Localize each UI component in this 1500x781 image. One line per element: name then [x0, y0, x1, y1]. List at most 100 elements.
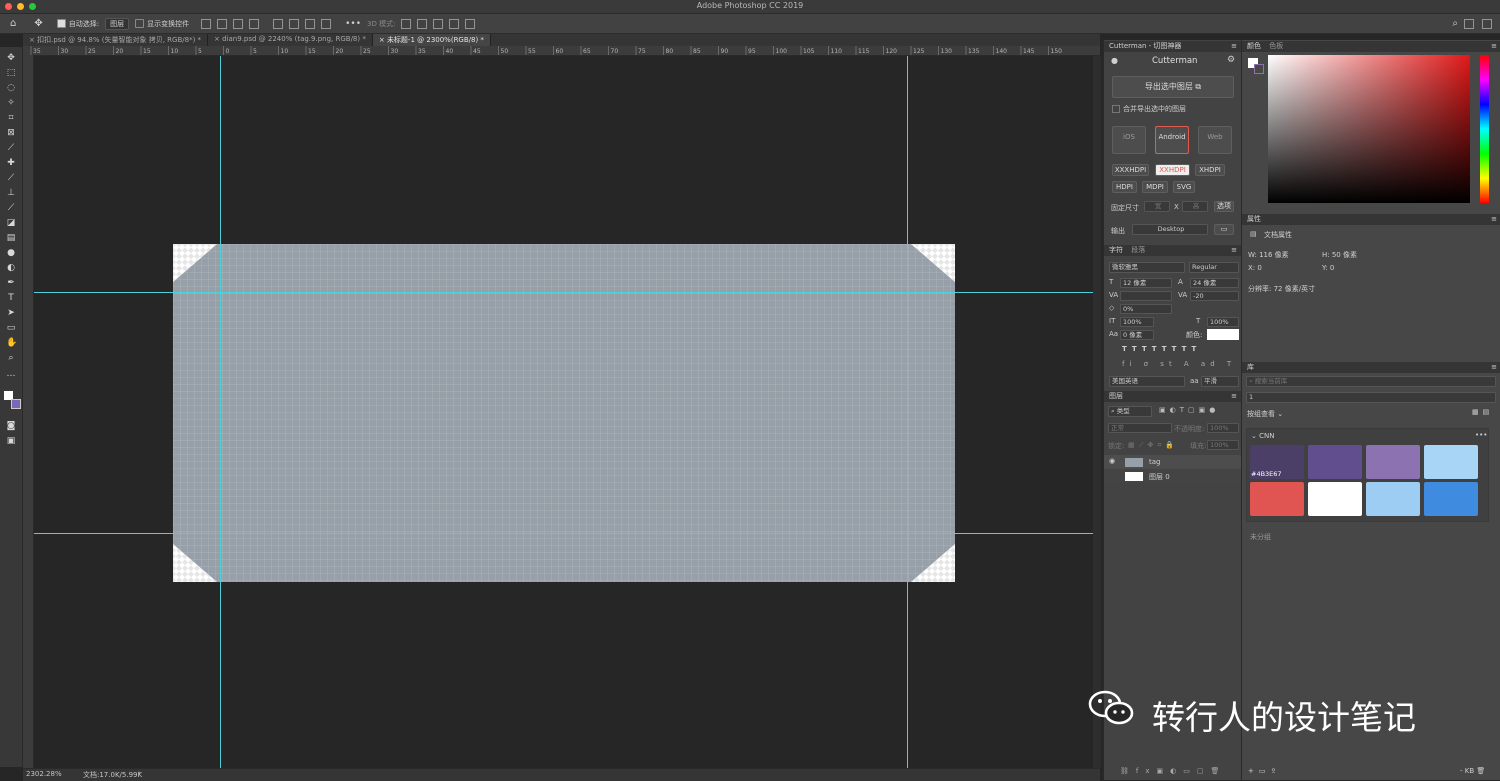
dodge-tool-icon[interactable]: ◐ — [6, 263, 16, 273]
more-options-icon[interactable]: ••• — [345, 19, 361, 29]
hue-slider[interactable] — [1480, 55, 1489, 203]
platform-ios-button[interactable]: iOS — [1112, 126, 1146, 154]
export-selected-layers-button[interactable]: 导出选中图层 ⧉ — [1112, 76, 1234, 98]
share-icon[interactable] — [1482, 18, 1492, 29]
history-brush-tool-icon[interactable]: ⟋ — [6, 203, 16, 213]
healing-brush-tool-icon[interactable]: ✚ — [6, 158, 16, 168]
zoom-level[interactable]: 2302.28% — [26, 770, 62, 778]
horizontal-guide[interactable] — [34, 533, 1093, 534]
tab-swatches[interactable]: 色板 — [1269, 42, 1283, 50]
baseline-shift-input[interactable]: 0 像素 — [1120, 330, 1154, 340]
library-search-input[interactable]: ⌕ 搜索当前库 — [1246, 376, 1496, 387]
fixed-width-input[interactable]: 宽 — [1144, 201, 1170, 212]
platform-android-button[interactable]: Android — [1155, 126, 1189, 154]
cutterman-panel-header[interactable]: Cutterman - 切图神器 ≡ — [1104, 41, 1241, 52]
tab-doc-3[interactable]: × 未标题-1 @ 2300%(RGB/8) * — [372, 34, 491, 46]
align-left-icon[interactable] — [201, 18, 212, 29]
horizontal-scale-input[interactable]: 100% — [1207, 317, 1239, 327]
3d-roll-icon[interactable] — [417, 18, 428, 29]
tab-doc-2[interactable]: × dian9.psd @ 2240% (tag.9.png, RGB/8) * — [208, 34, 373, 46]
marquee-tool-icon[interactable]: ⬚ — [6, 68, 16, 78]
magic-wand-tool-icon[interactable]: ✧ — [6, 98, 16, 108]
layer-name[interactable]: 图层 0 — [1149, 472, 1170, 482]
status-arrow-icon[interactable]: › — [138, 769, 141, 777]
antialias-dropdown[interactable]: 平滑 — [1201, 376, 1239, 387]
x-value[interactable]: X: 0 — [1248, 264, 1262, 272]
panel-menu-icon[interactable]: ≡ — [1231, 391, 1237, 402]
panel-menu-icon[interactable]: ≡ — [1231, 245, 1237, 256]
merge-export-checkbox[interactable]: 合并导出选中的图层 — [1112, 104, 1186, 114]
tab-character[interactable]: 字符 — [1109, 246, 1123, 254]
fill-input[interactable]: 100% — [1207, 440, 1239, 450]
color-picker-field[interactable] — [1268, 55, 1470, 203]
lock-icons[interactable]: ▦⟋✥⌗🔒 — [1128, 441, 1178, 450]
text-style-buttons[interactable]: TTTTTTTT — [1122, 345, 1201, 353]
eye-icon[interactable]: ◉ — [1109, 457, 1115, 465]
properties-title[interactable]: 属性 — [1247, 215, 1261, 223]
align-top-icon[interactable] — [273, 18, 284, 29]
auto-select-dropdown[interactable]: 图层 — [105, 17, 130, 30]
text-color-swatch[interactable] — [1207, 329, 1239, 340]
background-color-swatch[interactable] — [11, 399, 21, 409]
fixed-height-input[interactable]: 高 — [1182, 201, 1208, 212]
library-footer-icons[interactable]: +▭⇪ — [1248, 767, 1281, 775]
horizontal-guide[interactable] — [34, 292, 1093, 293]
platform-web-button[interactable]: Web — [1198, 126, 1232, 154]
library-color-swatch[interactable] — [1250, 482, 1304, 516]
tsume-input[interactable]: 0% — [1120, 304, 1172, 314]
kerning-input[interactable] — [1120, 291, 1172, 301]
workspace-icon[interactable] — [1464, 18, 1474, 29]
layer-name[interactable]: tag — [1149, 458, 1160, 466]
library-color-swatch[interactable] — [1308, 445, 1362, 479]
path-selection-tool-icon[interactable]: ➤ — [6, 308, 16, 318]
layer-row[interactable]: 图层 0 — [1104, 469, 1241, 483]
density-xhdpi[interactable]: XHDPI — [1195, 164, 1225, 176]
rectangle-tool-icon[interactable]: ▭ — [6, 323, 16, 333]
opacity-input[interactable]: 100% — [1207, 423, 1239, 433]
y-value[interactable]: Y: 0 — [1322, 264, 1334, 272]
folder-icon[interactable]: ▭ — [1214, 224, 1234, 235]
background-color-chip[interactable] — [1254, 64, 1264, 74]
panel-menu-icon[interactable]: ≡ — [1491, 214, 1497, 225]
document-canvas[interactable] — [173, 244, 955, 582]
density-mdpi[interactable]: MDPI — [1142, 181, 1168, 193]
library-color-swatch[interactable] — [1366, 445, 1420, 479]
width-value[interactable]: W: 116 像素 — [1248, 250, 1289, 260]
density-svg[interactable]: SVG — [1173, 181, 1195, 193]
panel-menu-icon[interactable]: ≡ — [1491, 362, 1497, 373]
settings-gear-icon[interactable]: ⚙ — [1227, 55, 1235, 65]
height-value[interactable]: H: 50 像素 — [1322, 250, 1357, 260]
leading-input[interactable]: 24 像素 — [1190, 278, 1239, 288]
eyedropper-tool-icon[interactable]: ⟋ — [6, 143, 16, 153]
3d-pan-icon[interactable] — [433, 18, 444, 29]
align-middle-icon[interactable] — [289, 18, 300, 29]
move-tool-icon[interactable]: ✥ — [6, 53, 16, 63]
type-tool-icon[interactable]: T — [6, 293, 16, 303]
density-hdpi[interactable]: HDPI — [1112, 181, 1137, 193]
canvas-area[interactable] — [34, 56, 1093, 768]
font-size-input[interactable]: 12 像素 — [1120, 278, 1172, 288]
density-xxhdpi[interactable]: XXHDPI — [1155, 164, 1190, 176]
panel-menu-icon[interactable]: ≡ — [1231, 41, 1237, 52]
align-center-icon[interactable] — [217, 18, 228, 29]
eraser-tool-icon[interactable]: ◪ — [6, 218, 16, 228]
home-icon[interactable]: ⌂ — [10, 18, 16, 29]
screen-mode-icon[interactable]: ▣ — [6, 436, 16, 446]
frame-tool-icon[interactable]: ⊠ — [6, 128, 16, 138]
doc-size[interactable]: 文档:17.0K/5.99K — [83, 770, 142, 780]
crop-tool-icon[interactable]: ⌗ — [6, 113, 16, 123]
align-right-icon[interactable] — [233, 18, 244, 29]
library-color-swatch[interactable] — [1308, 482, 1362, 516]
vertical-scrollbar[interactable] — [1093, 56, 1101, 768]
library-group-name[interactable]: ⌄ CNN — [1251, 432, 1274, 440]
library-select-dropdown[interactable]: 1 — [1246, 392, 1496, 403]
library-color-swatch[interactable] — [1424, 482, 1478, 516]
tab-doc-1[interactable]: × 扣扣.psd @ 94.8% (矢量智能对象 拷贝, RGB/8*) * — [23, 34, 209, 46]
library-color-swatch[interactable] — [1366, 482, 1420, 516]
layer-filter-dropdown[interactable]: ⌕ 类型 — [1108, 406, 1152, 417]
blur-tool-icon[interactable]: ● — [6, 248, 16, 258]
zoom-tool-icon[interactable]: ⌕ — [6, 353, 16, 363]
3d-rotate-icon[interactable] — [401, 18, 412, 29]
group-more-icon[interactable]: ••• — [1475, 431, 1487, 439]
vertical-scale-input[interactable]: 100% — [1120, 317, 1154, 327]
